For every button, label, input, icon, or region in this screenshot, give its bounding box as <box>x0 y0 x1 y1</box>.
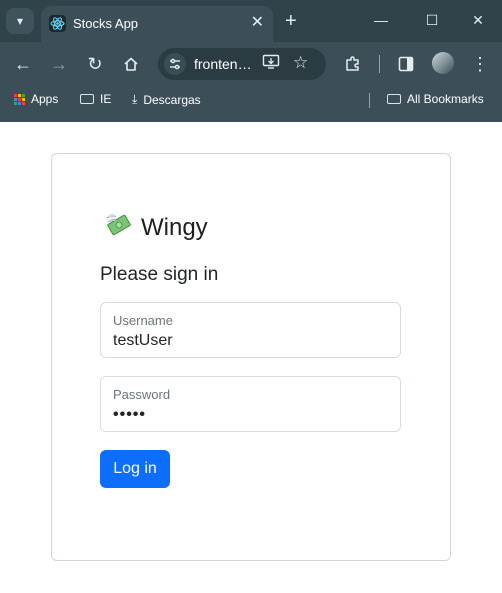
bookmark-label: Descargas <box>143 92 201 107</box>
bookmarks-separator <box>369 93 370 108</box>
chevron-down-icon: ▾ <box>16 14 24 28</box>
bookmark-apps[interactable]: Apps <box>14 92 58 106</box>
reload-icon[interactable]: ↻ <box>81 52 109 76</box>
apps-grid-icon <box>14 93 25 105</box>
bookmark-star-icon[interactable]: ☆ <box>293 53 308 73</box>
close-tab-icon[interactable]: ✕ <box>251 12 264 34</box>
install-app-icon[interactable] <box>262 54 280 74</box>
profile-avatar[interactable] <box>432 52 454 74</box>
password-field[interactable]: Password ••••• <box>100 376 401 432</box>
kebab-menu-icon[interactable]: ⋮ <box>466 52 494 76</box>
bookmark-label: Apps <box>31 92 59 106</box>
username-input[interactable]: testUser <box>113 332 173 350</box>
bookmark-all-bookmarks[interactable]: All Bookmarks <box>387 92 484 106</box>
brand-name: Wingy <box>141 214 208 241</box>
close-window-icon[interactable]: ✕ <box>463 10 493 30</box>
bookmark-ie[interactable]: IE <box>80 92 111 106</box>
username-field[interactable]: Username testUser <box>100 302 401 358</box>
toolbar-separator <box>379 55 380 73</box>
password-input[interactable]: ••••• <box>113 406 146 424</box>
folder-icon <box>80 94 94 104</box>
login-button[interactable]: Log in <box>100 450 170 488</box>
react-icon <box>49 15 66 32</box>
back-arrow-icon[interactable]: ← <box>9 52 37 76</box>
username-label: Username <box>113 313 173 328</box>
address-bar[interactable]: fronten… ☆ <box>158 48 326 80</box>
side-panel-icon[interactable] <box>392 52 420 76</box>
download-icon: ⤓ <box>132 92 138 106</box>
page-title: Please sign in <box>100 264 219 285</box>
folder-icon <box>387 94 401 104</box>
new-tab-icon[interactable]: + <box>285 10 297 32</box>
forward-arrow-icon[interactable]: → <box>45 52 73 76</box>
tab-title: Stocks App <box>73 16 139 31</box>
maximize-icon[interactable]: ☐ <box>417 10 447 30</box>
site-settings-icon[interactable] <box>164 53 186 75</box>
minimize-icon[interactable]: — <box>366 10 396 30</box>
home-icon[interactable] <box>117 52 145 76</box>
bookmark-label: All Bookmarks <box>407 92 484 106</box>
puzzle-icon[interactable] <box>339 52 367 76</box>
bookmark-label: IE <box>100 92 112 106</box>
url-text: fronten… <box>194 56 252 72</box>
password-label: Password <box>113 387 171 402</box>
browser-chrome: ▾ Stocks App ✕ + — ☐ ✕ ← → ↻ fronten… ☆ … <box>0 0 502 122</box>
bookmark-descargas[interactable]: ⤓ Descargas <box>132 92 201 107</box>
tab-search-button[interactable]: ▾ <box>6 8 34 34</box>
browser-tab[interactable]: Stocks App ✕ <box>41 6 273 42</box>
money-with-wings-icon <box>104 210 134 247</box>
